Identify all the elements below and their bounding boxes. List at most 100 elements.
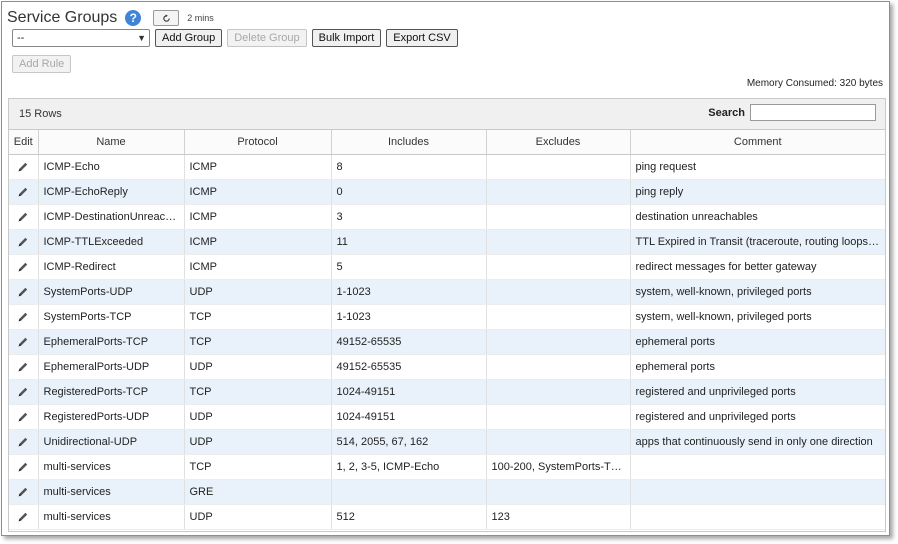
pencil-icon[interactable] xyxy=(17,161,29,173)
cell-name: ICMP-EchoReply xyxy=(38,179,185,205)
pencil-icon[interactable] xyxy=(17,386,29,398)
cell-protocol: UDP xyxy=(184,404,332,430)
cell-protocol: TCP xyxy=(184,379,332,405)
table-row[interactable]: multi-services GRE xyxy=(9,479,885,505)
table-row[interactable]: SystemPorts-TCP TCP 1-1023 system, well-kno… xyxy=(9,304,885,330)
pencil-icon[interactable] xyxy=(17,211,29,223)
edit-cell[interactable] xyxy=(9,154,39,180)
header: Service Groups ? 2 mins xyxy=(7,8,214,28)
table-row[interactable]: multi-services UDP 512 123 xyxy=(9,504,885,530)
table-row[interactable]: ICMP-DestinationUnreacha... ICMP 3 destinat… xyxy=(9,204,885,230)
cell-name: ICMP-DestinationUnreacha... xyxy=(38,204,185,230)
edit-cell[interactable] xyxy=(9,304,39,330)
edit-cell[interactable] xyxy=(9,454,39,480)
edit-cell[interactable] xyxy=(9,429,39,455)
column-header-edit[interactable]: Edit xyxy=(9,130,39,155)
cell-excludes: 123 xyxy=(486,504,631,530)
group-select[interactable]: -- ▼ xyxy=(12,29,150,47)
pencil-icon[interactable] xyxy=(17,361,29,373)
cell-protocol: ICMP xyxy=(184,229,332,255)
grid-header-row: Edit Name Protocol Includes Excludes Com… xyxy=(9,130,885,155)
table-row[interactable]: EphemeralPorts-UDP UDP 49152-65535 ephemera… xyxy=(9,354,885,380)
cell-excludes xyxy=(486,154,631,180)
cell-excludes xyxy=(486,254,631,280)
column-header-comment[interactable]: Comment xyxy=(630,130,885,155)
cell-comment: registered and unprivileged ports xyxy=(630,379,885,405)
cell-protocol: UDP xyxy=(184,429,332,455)
cell-comment: redirect messages for better gateway xyxy=(630,254,885,280)
window-frame: Service Groups ? 2 mins -- ▼ Add Group D… xyxy=(1,1,890,536)
group-select-value: -- xyxy=(17,32,25,44)
pencil-icon[interactable] xyxy=(17,511,29,523)
add-group-button[interactable]: Add Group xyxy=(155,29,223,47)
pencil-icon[interactable] xyxy=(17,336,29,348)
cell-excludes xyxy=(486,329,631,355)
help-icon[interactable]: ? xyxy=(125,10,142,26)
cell-protocol: UDP xyxy=(184,504,332,530)
table-row[interactable]: SystemPorts-UDP UDP 1-1023 system, well-kno… xyxy=(9,279,885,305)
cell-protocol: UDP xyxy=(184,279,332,305)
cell-comment: ping request xyxy=(630,154,885,180)
pencil-icon[interactable] xyxy=(17,286,29,298)
column-header-includes[interactable]: Includes xyxy=(331,130,487,155)
search-input[interactable] xyxy=(750,104,876,121)
table-row[interactable]: EphemeralPorts-TCP TCP 49152-65535 ephemera… xyxy=(9,329,885,355)
cell-includes: 512 xyxy=(331,504,487,530)
cell-comment: registered and unprivileged ports xyxy=(630,404,885,430)
edit-cell[interactable] xyxy=(9,404,39,430)
cell-protocol: TCP xyxy=(184,454,332,480)
bulk-import-button[interactable]: Bulk Import xyxy=(311,29,382,47)
edit-cell[interactable] xyxy=(9,354,39,380)
pencil-icon[interactable] xyxy=(17,261,29,273)
cell-excludes xyxy=(486,304,631,330)
pencil-icon[interactable] xyxy=(17,236,29,248)
edit-cell[interactable] xyxy=(9,379,39,405)
table-row[interactable]: RegisteredPorts-TCP TCP 1024-49151 register… xyxy=(9,379,885,405)
delete-group-button[interactable]: Delete Group xyxy=(227,29,307,47)
table-row[interactable]: multi-services TCP 1, 2, 3-5, ICMP-Echo 100… xyxy=(9,454,885,480)
add-rule-button[interactable]: Add Rule xyxy=(12,55,72,73)
cell-includes: 5 xyxy=(331,254,487,280)
cell-includes: 49152-65535 xyxy=(331,354,487,380)
pencil-icon[interactable] xyxy=(17,461,29,473)
cell-name: multi-services xyxy=(38,504,185,530)
cell-includes: 1-1023 xyxy=(331,304,487,330)
edit-cell[interactable] xyxy=(9,179,39,205)
table-row[interactable]: Unidirectional-UDP UDP 514, 2055, 67, 162 a… xyxy=(9,429,885,455)
edit-cell[interactable] xyxy=(9,254,39,280)
refresh-button[interactable] xyxy=(153,10,180,26)
service-groups-grid: 15 Rows Search Edit Name Protocol Includ… xyxy=(8,98,886,532)
edit-cell[interactable] xyxy=(9,204,39,230)
edit-cell[interactable] xyxy=(9,504,39,530)
edit-cell[interactable] xyxy=(9,479,39,505)
cell-excludes xyxy=(486,204,631,230)
table-row[interactable]: RegisteredPorts-UDP UDP 1024-49151 register… xyxy=(9,404,885,430)
cell-excludes xyxy=(486,479,631,505)
table-row[interactable]: ICMP-Echo ICMP 8 ping request xyxy=(9,154,885,180)
table-row[interactable]: ICMP-TTLExceeded ICMP 11 TTL Expired in Tra… xyxy=(9,229,885,255)
pencil-icon[interactable] xyxy=(17,186,29,198)
refresh-age: 2 mins xyxy=(187,13,214,23)
cell-includes: 1-1023 xyxy=(331,279,487,305)
export-csv-button[interactable]: Export CSV xyxy=(386,29,458,47)
cell-comment: system, well-known, privileged ports xyxy=(630,304,885,330)
cell-includes: 514, 2055, 67, 162 xyxy=(331,429,487,455)
pencil-icon[interactable] xyxy=(17,311,29,323)
pencil-icon[interactable] xyxy=(17,436,29,448)
table-row[interactable]: ICMP-EchoReply ICMP 0 ping reply xyxy=(9,179,885,205)
cell-excludes xyxy=(486,379,631,405)
cell-protocol: TCP xyxy=(184,304,332,330)
cell-name: EphemeralPorts-TCP xyxy=(38,329,185,355)
cell-comment: ephemeral ports xyxy=(630,354,885,380)
edit-cell[interactable] xyxy=(9,329,39,355)
edit-cell[interactable] xyxy=(9,229,39,255)
pencil-icon[interactable] xyxy=(17,411,29,423)
column-header-excludes[interactable]: Excludes xyxy=(486,130,631,155)
pencil-icon[interactable] xyxy=(17,486,29,498)
column-header-name[interactable]: Name xyxy=(38,130,185,155)
edit-cell[interactable] xyxy=(9,279,39,305)
column-header-protocol[interactable]: Protocol xyxy=(184,130,332,155)
table-row[interactable]: ICMP-Redirect ICMP 5 redirect messages for … xyxy=(9,254,885,280)
cell-comment xyxy=(630,454,885,480)
search-label: Search xyxy=(708,107,745,119)
